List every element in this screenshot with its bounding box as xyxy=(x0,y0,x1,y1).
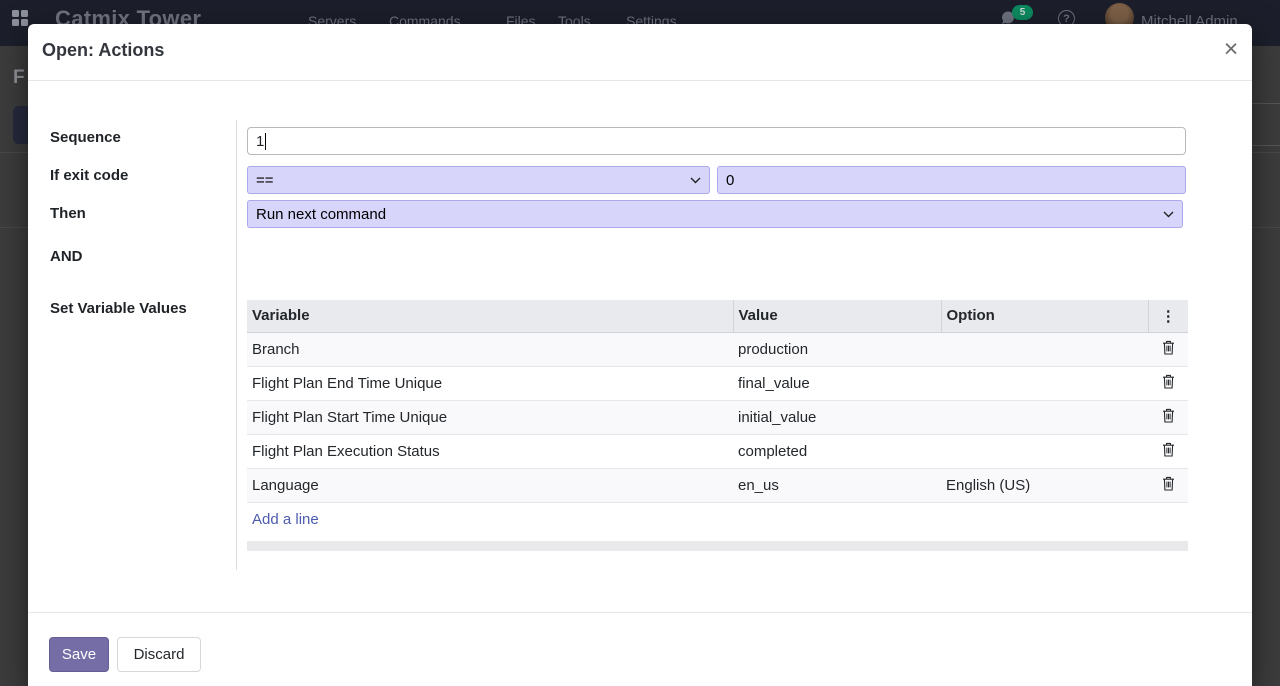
close-icon[interactable]: × xyxy=(1214,32,1248,66)
delete-row-button[interactable] xyxy=(1158,338,1179,360)
column-header-value: Value xyxy=(733,300,941,332)
cell-variable[interactable]: Flight Plan Start Time Unique xyxy=(247,400,733,434)
table-row[interactable]: Flight Plan Start Time Unique initial_va… xyxy=(247,400,1188,434)
cell-value[interactable]: en_us xyxy=(733,468,941,502)
cell-option[interactable] xyxy=(941,366,1148,400)
operator-value: == xyxy=(256,172,274,189)
exit-code-operator-select[interactable]: == xyxy=(247,166,710,194)
exit-code-label: If exit code xyxy=(50,167,128,184)
header-divider xyxy=(28,80,1252,81)
open-actions-dialog: Open: Actions × Sequence If exit code Th… xyxy=(28,24,1252,686)
cell-variable[interactable]: Flight Plan End Time Unique xyxy=(247,366,733,400)
trash-icon xyxy=(1162,340,1175,355)
save-button[interactable]: Save xyxy=(49,637,109,672)
cell-variable[interactable]: Branch xyxy=(247,332,733,366)
background-page-title-fragment: F xyxy=(13,67,25,89)
variable-values-table: Variable Value Option ⋮ Branch productio… xyxy=(247,300,1188,536)
discard-button[interactable]: Discard xyxy=(117,637,201,672)
table-row[interactable]: Language en_us English (US) xyxy=(247,468,1188,502)
trash-icon xyxy=(1162,476,1175,491)
cell-value[interactable]: completed xyxy=(733,434,941,468)
trash-icon xyxy=(1162,408,1175,423)
chevron-down-icon xyxy=(690,177,701,184)
message-count-badge[interactable]: 5 xyxy=(1012,5,1033,20)
table-header-row: Variable Value Option ⋮ xyxy=(247,300,1188,332)
then-label: Then xyxy=(50,205,86,222)
trash-icon xyxy=(1162,442,1175,457)
cell-option[interactable] xyxy=(941,434,1148,468)
sequence-input[interactable]: 1 xyxy=(247,127,1186,155)
footer-divider xyxy=(28,612,1252,613)
set-variable-values-label: Set Variable Values xyxy=(50,300,187,317)
delete-row-button[interactable] xyxy=(1158,372,1179,394)
add-line-row: Add a line xyxy=(247,502,1188,536)
and-label: AND xyxy=(50,248,83,265)
add-a-line-link[interactable]: Add a line xyxy=(252,511,319,528)
cell-value[interactable]: production xyxy=(733,332,941,366)
column-header-option: Option xyxy=(941,300,1148,332)
text-cursor xyxy=(265,133,266,150)
cell-option[interactable]: English (US) xyxy=(941,468,1148,502)
apps-grid-icon[interactable] xyxy=(12,10,28,26)
table-row[interactable]: Flight Plan End Time Unique final_value xyxy=(247,366,1188,400)
horizontal-scrollbar[interactable] xyxy=(247,541,1188,551)
cell-value[interactable]: initial_value xyxy=(733,400,941,434)
column-options-icon[interactable]: ⋮ xyxy=(1148,300,1188,332)
exit-code-value: 0 xyxy=(726,172,734,189)
sequence-value: 1 xyxy=(256,133,264,150)
trash-icon xyxy=(1162,374,1175,389)
cell-value[interactable]: final_value xyxy=(733,366,941,400)
exit-code-value-input[interactable]: 0 xyxy=(717,166,1186,194)
delete-row-button[interactable] xyxy=(1158,440,1179,462)
table-row[interactable]: Branch production xyxy=(247,332,1188,366)
cell-option[interactable] xyxy=(941,332,1148,366)
cell-option[interactable] xyxy=(941,400,1148,434)
then-value: Run next command xyxy=(256,206,386,223)
delete-row-button[interactable] xyxy=(1158,406,1179,428)
sequence-label: Sequence xyxy=(50,129,121,146)
column-header-variable: Variable xyxy=(247,300,733,332)
cell-variable[interactable]: Language xyxy=(247,468,733,502)
table-row[interactable]: Flight Plan Execution Status completed xyxy=(247,434,1188,468)
dialog-title: Open: Actions xyxy=(42,40,164,61)
label-field-separator xyxy=(236,120,237,570)
delete-row-button[interactable] xyxy=(1158,474,1179,496)
cell-variable[interactable]: Flight Plan Execution Status xyxy=(247,434,733,468)
then-action-select[interactable]: Run next command xyxy=(247,200,1183,228)
chevron-down-icon xyxy=(1163,211,1174,218)
